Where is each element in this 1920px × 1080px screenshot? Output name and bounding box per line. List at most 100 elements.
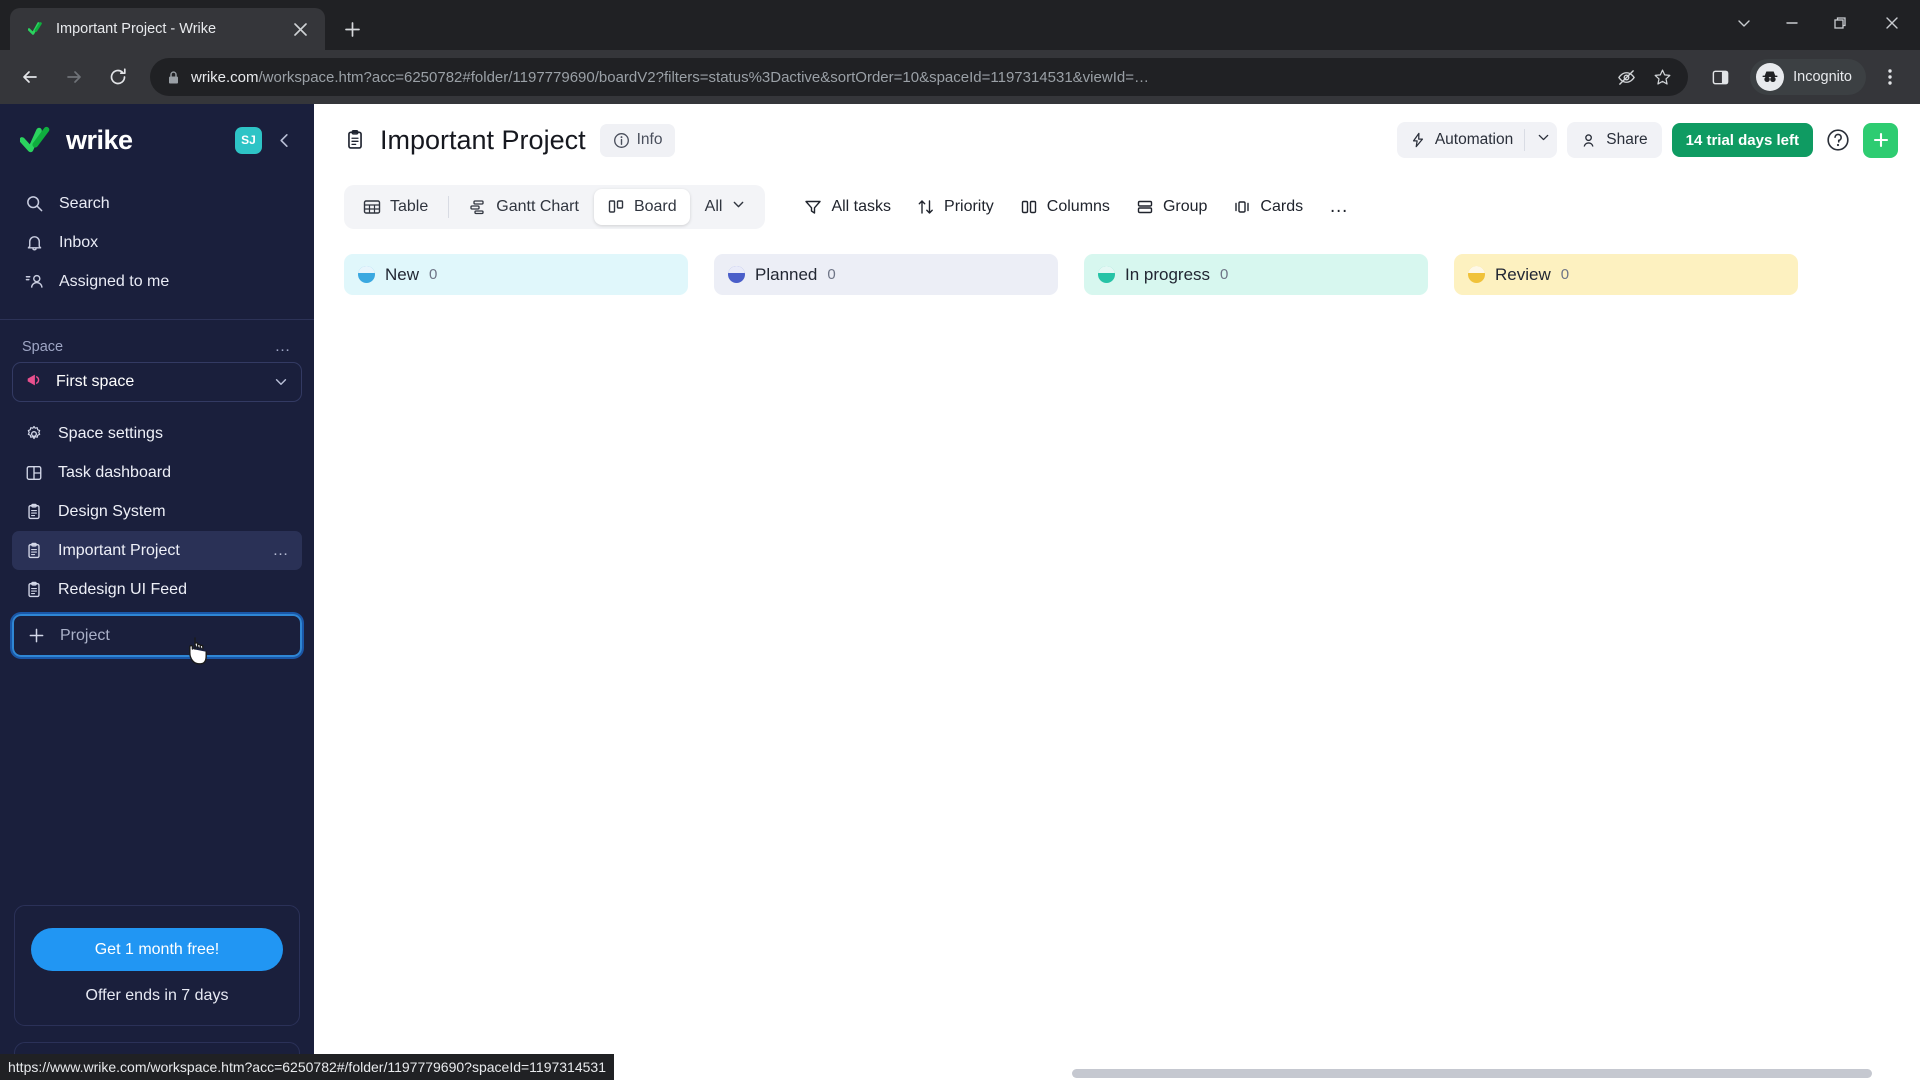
all-views-dropdown[interactable]: All	[692, 189, 760, 225]
page-content: wrike SJ Search Inbox Assigned to me Spa…	[0, 104, 1920, 1080]
sort-arrows-icon	[918, 200, 933, 214]
column-header[interactable]: Planned 0	[714, 254, 1058, 295]
divider	[1524, 129, 1526, 151]
tab-board[interactable]: Board	[593, 189, 690, 225]
get-month-free-button[interactable]: Get 1 month free!	[31, 928, 283, 971]
all-views-label: All	[704, 198, 723, 215]
lightning-icon	[1412, 132, 1423, 148]
eye-slash-icon[interactable]	[1610, 61, 1642, 93]
maximize-icon[interactable]	[1816, 0, 1864, 46]
board-columns: New 0 Planned 0 In progress 0 Review 0	[314, 238, 1920, 1080]
more-options-button[interactable]: …	[1316, 188, 1363, 226]
url-text: wrike.com/workspace.htm?acc=6250782#fold…	[191, 69, 1600, 86]
close-icon[interactable]	[1864, 0, 1920, 46]
bell-icon	[24, 232, 45, 253]
clipboard-icon	[24, 580, 44, 600]
incognito-hat-icon	[1756, 63, 1785, 91]
info-circle-icon	[613, 132, 629, 148]
tool-label: Priority	[944, 198, 994, 215]
column-count: 0	[827, 266, 836, 283]
space-section-label: Space	[22, 339, 64, 355]
sidebar-item-redesign-ui-feed[interactable]: Redesign UI Feed	[12, 570, 302, 609]
horizontal-scrollbar[interactable]	[1072, 1069, 1872, 1078]
chevron-down-icon[interactable]	[273, 374, 289, 390]
tab-gantt-chart[interactable]: Gantt Chart	[456, 189, 592, 225]
promo-card: Get 1 month free! Offer ends in 7 days	[14, 905, 300, 1026]
add-button[interactable]	[1863, 122, 1898, 158]
back-arrow-icon[interactable]	[10, 57, 50, 97]
profile-chip[interactable]: Incognito	[1750, 59, 1866, 95]
three-dot-menu-icon[interactable]	[1870, 57, 1910, 97]
sidebar-item-inbox[interactable]: Inbox	[12, 223, 302, 262]
trial-badge[interactable]: 14 trial days left	[1671, 123, 1813, 157]
board-column-new: New 0	[344, 254, 688, 295]
close-icon[interactable]	[289, 18, 311, 40]
minimize-icon[interactable]	[1768, 0, 1816, 46]
star-icon[interactable]	[1646, 61, 1678, 93]
group-button[interactable]: Group	[1123, 188, 1220, 226]
browser-tab[interactable]: Important Project - Wrike	[10, 8, 325, 50]
megaphone-icon	[25, 371, 43, 394]
board-column-planned: Planned 0	[714, 254, 1058, 295]
sidebar-primary-nav: Search Inbox Assigned to me	[0, 176, 314, 315]
question-circle-icon[interactable]	[1823, 125, 1853, 155]
gear-icon	[24, 424, 44, 444]
sidebar-item-search[interactable]: Search	[12, 184, 302, 223]
reload-icon[interactable]	[98, 57, 138, 97]
status-dot-icon	[358, 266, 375, 283]
tab-table[interactable]: Table	[350, 189, 441, 225]
column-header[interactable]: New 0	[344, 254, 688, 295]
row-more-icon[interactable]: …	[273, 542, 291, 560]
column-header[interactable]: In progress 0	[1084, 254, 1428, 295]
columns-button[interactable]: Columns	[1007, 188, 1123, 226]
sidebar-item-space-settings[interactable]: Space settings	[12, 414, 302, 453]
column-header[interactable]: Review 0	[1454, 254, 1798, 295]
share-label: Share	[1606, 131, 1648, 148]
profile-label: Incognito	[1793, 69, 1852, 85]
search-icon	[24, 193, 45, 214]
chevron-left-icon[interactable]	[272, 128, 296, 152]
project-header: Important Project Info Automation Share …	[314, 104, 1920, 176]
wrike-logo[interactable]: wrike	[20, 125, 225, 156]
status-bar: https://www.wrike.com/workspace.htm?acc=…	[0, 1054, 614, 1080]
automation-button[interactable]: Automation	[1396, 122, 1558, 158]
cards-button[interactable]: Cards	[1220, 188, 1316, 226]
add-project-button[interactable]: Project	[12, 614, 302, 657]
sidebar-item-label: Assigned to me	[59, 272, 170, 290]
filter-all-tasks-button[interactable]: All tasks	[791, 188, 904, 226]
avatar[interactable]: SJ	[235, 126, 262, 154]
chevron-down-icon[interactable]	[1536, 130, 1551, 150]
lock-icon	[166, 70, 181, 85]
sidebar-item-label: Redesign UI Feed	[58, 580, 187, 598]
space-section-more-icon[interactable]: …	[275, 338, 293, 356]
tool-label: Cards	[1260, 198, 1304, 215]
tab-title: Important Project - Wrike	[56, 21, 217, 37]
sidebar-item-important-project[interactable]: Important Project …	[12, 531, 302, 570]
window-controls	[1720, 0, 1920, 46]
sidebar-item-task-dashboard[interactable]: Task dashboard	[12, 453, 302, 492]
logo-text: wrike	[66, 124, 133, 155]
board-icon	[608, 200, 624, 213]
omnibox-actions	[1610, 61, 1678, 93]
main-area: Important Project Info Automation Share …	[314, 104, 1920, 1080]
status-dot-icon	[1468, 266, 1485, 283]
assigned-user-icon	[24, 271, 45, 292]
clipboard-icon	[24, 502, 44, 522]
new-tab-button[interactable]	[335, 12, 369, 46]
column-count: 0	[1560, 266, 1570, 283]
sidebar-item-assigned-to-me[interactable]: Assigned to me	[12, 262, 302, 301]
side-panel-icon[interactable]	[1700, 57, 1740, 97]
column-label: New	[385, 264, 420, 284]
group-rows-icon	[1137, 200, 1153, 214]
add-project-label: Project	[60, 626, 110, 644]
address-bar[interactable]: wrike.com/workspace.htm?acc=6250782#fold…	[150, 58, 1689, 96]
chevron-down-icon[interactable]	[1720, 0, 1768, 46]
chevron-down-icon	[731, 197, 746, 217]
sidebar-item-design-system[interactable]: Design System	[12, 492, 302, 531]
cards-icon	[1235, 201, 1250, 213]
share-button[interactable]: Share	[1567, 122, 1662, 158]
sort-priority-button[interactable]: Priority	[904, 188, 1007, 226]
space-selector[interactable]: First space	[12, 362, 302, 402]
column-label: Planned	[755, 264, 818, 284]
info-button[interactable]: Info	[599, 123, 676, 157]
